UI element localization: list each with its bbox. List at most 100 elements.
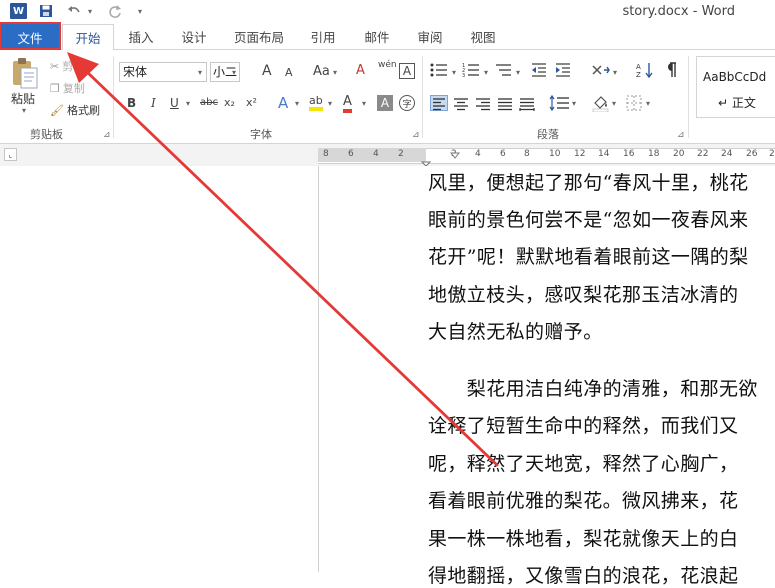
highlight-color-icon[interactable]: ab [309,94,323,111]
highlight-dropdown-icon[interactable]: ▾ [328,99,332,108]
undo-icon[interactable] [66,3,82,19]
grow-font-icon[interactable]: A [262,63,272,79]
font-launcher-icon[interactable]: ⊿ [412,130,420,140]
character-shading-icon[interactable]: A [377,95,393,111]
enclose-characters-icon[interactable]: 字 [399,95,415,111]
font-name-select[interactable]: 宋体 [119,62,207,82]
ruler-number: 12 [574,149,586,159]
tab-design[interactable]: 设计 [175,24,213,49]
show-formatting-marks-icon[interactable] [664,61,678,83]
clipboard-launcher-icon[interactable]: ⊿ [103,130,111,140]
paragraph-shading-icon[interactable] [592,94,610,116]
line-spacing-dropdown-icon[interactable]: ▾ [572,99,576,108]
tab-mailings[interactable]: 邮件 [358,24,396,49]
ruler-left-margin [318,148,426,162]
document-text-line[interactable]: 诠释了短暂生命中的释然，而我们又 [428,411,738,438]
document-text-line[interactable]: 地傲立枝头，感叹梨花那玉洁冰清的 [428,280,738,307]
document-text-line[interactable]: 风里，便想起了那句“春风十里，桃花 [428,168,749,195]
align-left-icon[interactable] [430,95,448,111]
cut-button[interactable]: ✂ 剪切 [50,58,84,74]
change-case-dropdown-icon[interactable]: ▾ [333,68,337,77]
change-case-icon[interactable]: Aa [313,64,330,79]
style-normal-sample[interactable]: AaBbCcDd [703,70,766,84]
ruler-number: 8 [524,149,530,159]
subscript-button[interactable]: x₂ [224,96,235,109]
first-line-indent-marker-icon[interactable] [449,145,461,164]
word-app-icon[interactable]: W [10,3,27,19]
tab-review[interactable]: 审阅 [411,24,449,49]
customize-qat-icon[interactable]: ▾ [132,3,148,19]
clipboard-group-label: 剪贴板 [30,128,63,141]
svg-text:3: 3 [462,73,465,78]
character-border-icon[interactable]: A [399,63,415,79]
line-spacing-icon[interactable] [549,94,571,115]
redo-icon[interactable] [107,3,123,19]
align-center-icon[interactable] [453,96,469,115]
paste-dropdown-icon[interactable]: ▾ [22,106,26,115]
distributed-align-icon[interactable] [519,96,535,115]
ruler-number: 20 [673,149,685,159]
bullets-icon[interactable] [430,62,450,82]
decrease-indent-icon[interactable] [530,62,548,82]
paste-button[interactable]: 粘贴 [11,90,35,107]
numbering-dropdown-icon[interactable]: ▾ [484,68,488,77]
increase-indent-icon[interactable] [554,62,572,82]
align-right-icon[interactable] [475,96,491,115]
file-tab-highlight-box [0,22,61,50]
font-size-dropdown-icon[interactable]: ▾ [232,62,242,82]
tab-insert[interactable]: 插入 [122,24,160,49]
bold-button[interactable]: B [127,96,136,110]
document-text-line[interactable]: 呢，释然了天地宽，释然了心胸广， [428,449,738,476]
clear-formatting-icon[interactable]: A [356,63,365,78]
borders-dropdown-icon[interactable]: ▾ [646,99,650,108]
document-text-line[interactable]: 看着眼前优雅的梨花。微风拂来，花 [428,486,738,513]
superscript-button[interactable]: x² [246,96,257,109]
italic-button[interactable]: I [151,96,156,110]
underline-dropdown-icon[interactable]: ▾ [186,99,190,108]
clipboard-paste-icon[interactable] [10,56,40,90]
format-painter-button[interactable]: 🖌 格式刷 [50,102,100,118]
save-icon[interactable] [38,3,54,19]
ruler-number: 6 [500,149,506,159]
numbering-icon[interactable]: 123 [462,62,482,82]
strikethrough-button[interactable]: abc [200,97,218,108]
asian-layout-dropdown-icon[interactable]: ▾ [613,68,617,77]
copy-button[interactable]: ❐ 复制 [50,80,85,96]
document-text-line[interactable]: 花开”呢！默默地看着眼前这一隅的梨 [428,242,749,269]
asian-layout-icon[interactable] [591,62,611,82]
font-color-icon[interactable]: A [343,94,352,113]
document-text-line[interactable]: 果一株一株地看，梨花就像天上的白 [428,524,738,551]
tab-view[interactable]: 视图 [464,24,502,49]
underline-button[interactable]: U [170,96,179,110]
font-color-dropdown-icon[interactable]: ▾ [362,99,366,108]
document-text-line[interactable]: 眼前的景色何尝不是“忽如一夜春风来 [428,205,749,232]
paragraph-shading-dropdown-icon[interactable]: ▾ [612,99,616,108]
text-effects-icon[interactable]: A [278,94,288,112]
tab-page-layout[interactable]: 页面布局 [228,24,290,49]
multilevel-list-icon[interactable] [494,62,514,82]
phonetic-guide-icon[interactable]: wén [378,60,397,70]
ruler-number: 4 [373,149,379,159]
tab-references[interactable]: 引用 [304,24,342,49]
bullets-dropdown-icon[interactable]: ▾ [452,68,456,77]
borders-icon[interactable] [626,95,642,115]
justify-icon[interactable] [497,96,513,115]
svg-text:Z: Z [636,71,641,79]
tab-home[interactable]: 开始 [62,24,114,50]
undo-dropdown-icon[interactable]: ▾ [82,3,98,19]
ruler-number: 22 [697,149,709,159]
sort-icon[interactable]: AZ [636,61,654,83]
multilevel-dropdown-icon[interactable]: ▾ [516,68,520,77]
document-text-line[interactable]: 梨花用洁白纯净的清雅，和那无欲 [428,374,758,401]
ruler-number: 10 [549,149,561,159]
document-text-line[interactable]: 得地翻摇，又像雪白的浪花，花浪起 [428,561,738,588]
ruler-number: 24 [721,149,733,159]
copy-label: 复制 [62,82,85,95]
paragraph-launcher-icon[interactable]: ⊿ [677,130,685,140]
tab-selector-icon[interactable]: ⌞ [4,148,17,161]
shrink-font-icon[interactable]: A [285,66,293,79]
document-text-line[interactable]: 大自然无私的赠予。 [428,317,603,344]
ruler-number: 2 [398,149,404,159]
text-effects-dropdown-icon[interactable]: ▾ [295,99,299,108]
font-name-dropdown-icon[interactable]: ▾ [198,62,208,82]
